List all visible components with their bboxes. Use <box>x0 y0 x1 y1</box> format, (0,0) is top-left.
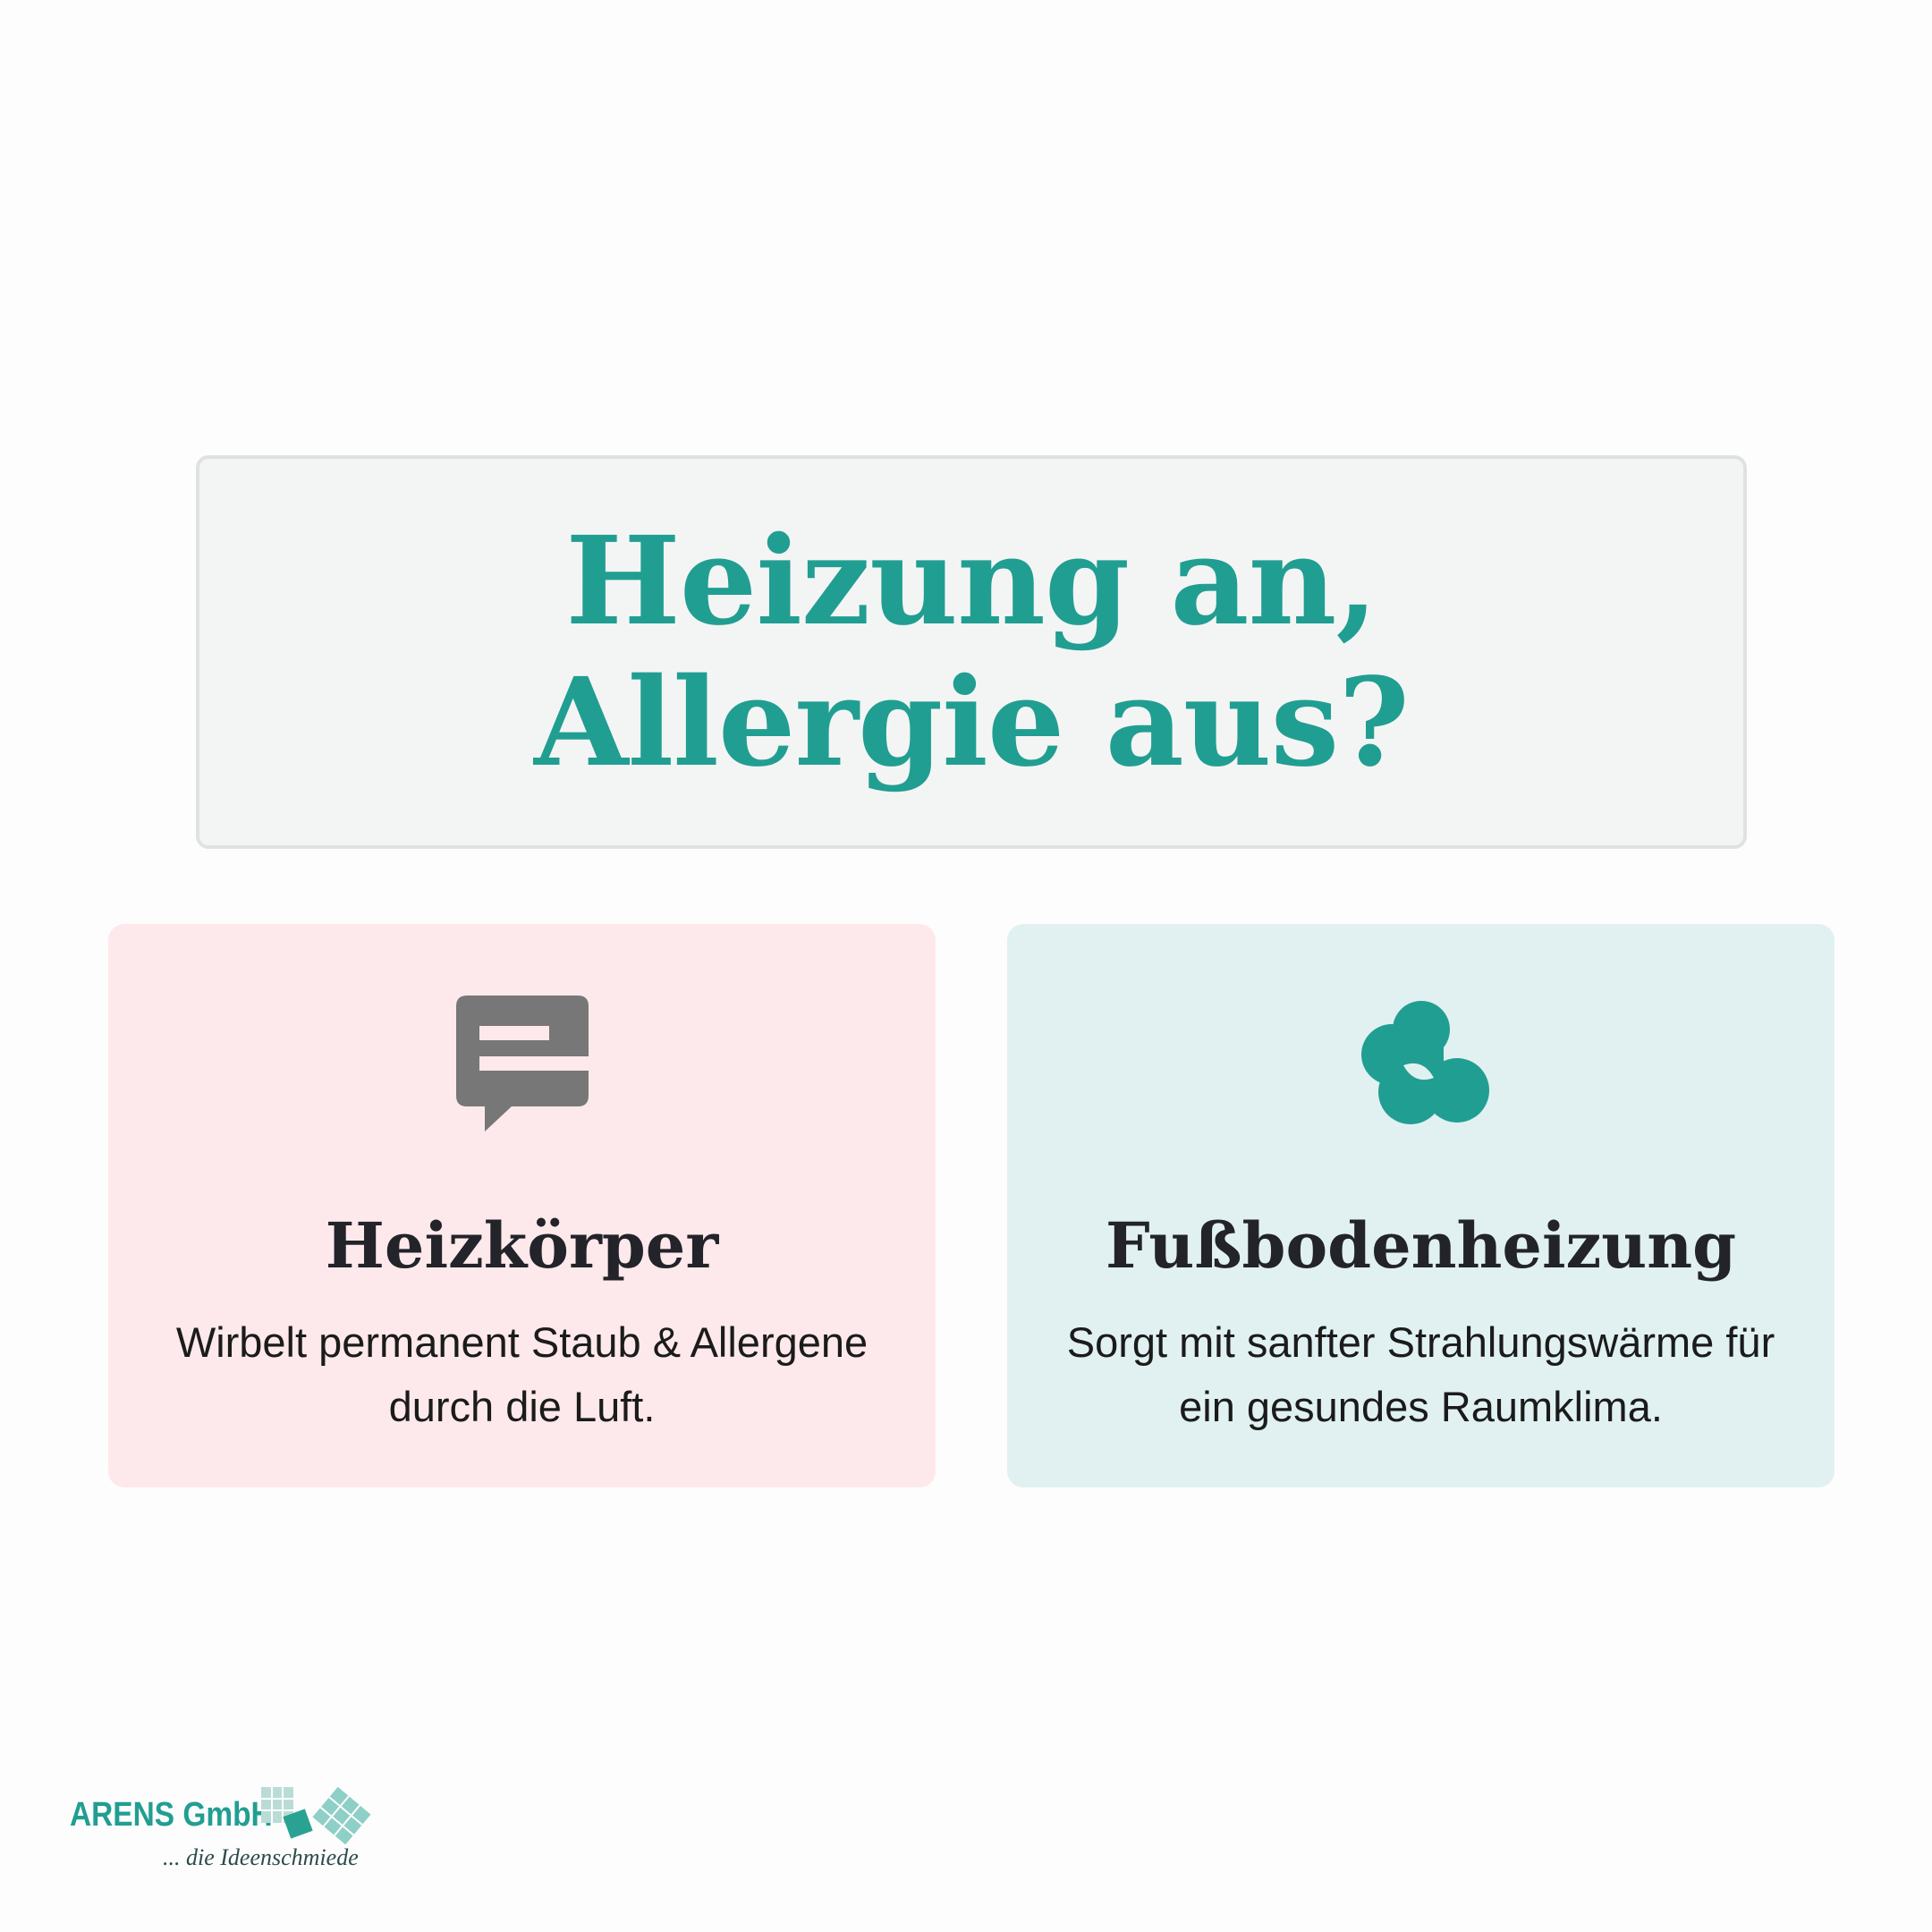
company-logo: ARENS GmbH ... die Ideenschmiede <box>70 1785 374 1884</box>
page-title: Heizung an, Allergie aus? <box>534 510 1410 794</box>
speech-bubble-icon <box>455 996 589 1131</box>
card-heading: Heizkörper <box>325 1208 719 1283</box>
blob-cluster-icon <box>1360 1001 1489 1124</box>
card-heading: Fußbodenheizung <box>1105 1208 1737 1283</box>
title-box: Heizung an, Allergie aus? <box>196 455 1747 849</box>
card-fussbodenheizung: Fußbodenheizung Sorgt mit sanfter Strahl… <box>1007 924 1835 1487</box>
logo-tagline: ... die Ideenschmiede <box>163 1844 359 1870</box>
card-heizkoerper: Heizkörper Wirbelt permanent Staub & All… <box>108 924 936 1487</box>
card-description: Sorgt mit sanfter Strahlungswärme für ei… <box>1066 1318 1775 1430</box>
card-description: Wirbelt permanent Staub & Allergene durc… <box>175 1318 869 1430</box>
logo-name: ARENS GmbH <box>70 1796 273 1834</box>
tiles-logo-icon <box>261 1786 371 1844</box>
